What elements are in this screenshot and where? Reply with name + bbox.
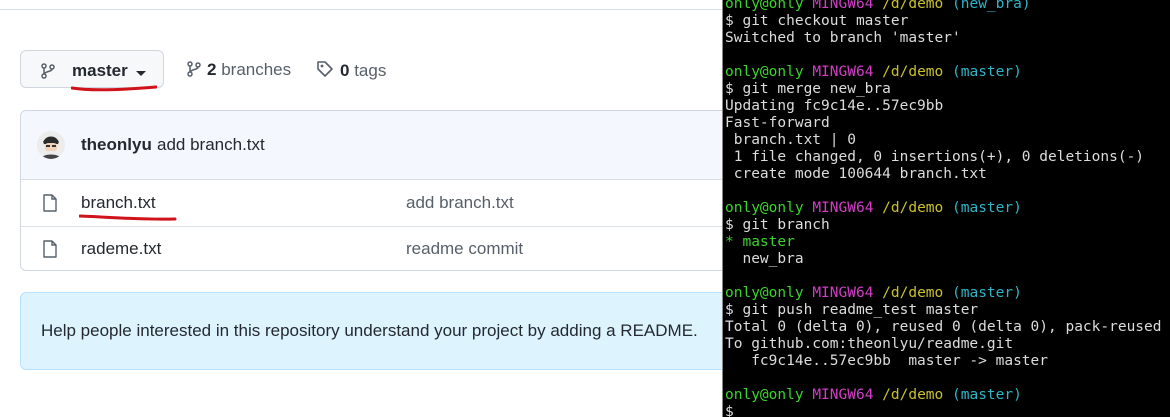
- prompt-path: /d/demo: [882, 285, 944, 301]
- commit-message[interactable]: add branch.txt: [157, 135, 265, 155]
- terminal-output-line: Fast-forward: [725, 115, 830, 131]
- file-icon: [43, 240, 57, 258]
- tag-icon: [317, 61, 333, 77]
- terminal-prompt-line: only@only MINGW64 /d/demo (master): [725, 200, 1022, 217]
- branches-count: 2: [207, 60, 217, 79]
- tags-count: 0: [340, 61, 350, 80]
- tags-label: tags: [354, 61, 387, 80]
- file-row[interactable]: branch.txt add branch.txt: [21, 180, 722, 227]
- prompt-system: MINGW64: [812, 387, 874, 403]
- prompt-user: only@only: [725, 387, 804, 403]
- terminal-prompt-line: only@only MINGW64 /d/demo (master): [725, 285, 1022, 302]
- terminal-command-line: $ git merge new_bra: [725, 81, 891, 97]
- terminal-output-line: To github.com:theonlyu/readme.git: [725, 336, 1014, 352]
- prompt-branch: (master): [952, 64, 1022, 80]
- commit-author[interactable]: theonlyu: [81, 135, 152, 155]
- terminal-command-line: $ git checkout master: [725, 13, 909, 29]
- caret-down-icon: [136, 71, 146, 76]
- github-repo-panel: master 2 branches 0 tags theonlyu add br…: [0, 0, 722, 417]
- prompt-system: MINGW64: [812, 200, 874, 216]
- terminal-output-line: Switched to branch 'master': [725, 30, 961, 46]
- terminal-output-line: fc9c14e..57ec9bb master -> master: [725, 353, 1049, 369]
- prompt-path: /d/demo: [882, 387, 944, 403]
- prompt-system: MINGW64: [812, 64, 874, 80]
- file-row[interactable]: rademe.txt readme commit: [21, 226, 722, 270]
- terminal-output-line: create mode 100644 branch.txt: [725, 166, 987, 182]
- file-listing: theonlyu add branch.txt branch.txt add b…: [20, 110, 722, 271]
- terminal-prompt-line: only@only MINGW64 /d/demo (new_bra): [725, 0, 1031, 13]
- git-branch-icon: [41, 63, 55, 79]
- prompt-branch: (new_bra): [952, 0, 1031, 12]
- tags-link[interactable]: 0 tags: [316, 60, 386, 81]
- prompt-path: /d/demo: [882, 64, 944, 80]
- prompt-user: only@only: [725, 285, 804, 301]
- readme-prompt-text: Help people interested in this repositor…: [41, 321, 698, 340]
- terminal-output-line: branch.txt | 0: [725, 132, 856, 148]
- annotation-underline: [79, 214, 177, 221]
- terminal-prompt-line: only@only MINGW64 /d/demo (master): [725, 387, 1022, 404]
- terminal-output-line: 1 file changed, 0 insertions(+), 0 delet…: [725, 149, 1145, 165]
- prompt-branch: (master): [952, 285, 1022, 301]
- terminal-command-line: $: [725, 404, 734, 417]
- prompt-branch: (master): [952, 387, 1022, 403]
- terminal-prompt-line: only@only MINGW64 /d/demo (master): [725, 64, 1022, 81]
- prompt-system: MINGW64: [812, 285, 874, 301]
- terminal-output-line: new_bra: [725, 251, 804, 267]
- terminal-output-line: Total 0 (delta 0), reused 0 (delta 0), p…: [725, 319, 1170, 335]
- terminal-current-branch-line: * master: [725, 234, 795, 250]
- file-icon: [43, 194, 57, 212]
- prompt-user: only@only: [725, 64, 804, 80]
- annotation-underline: [71, 85, 157, 92]
- file-commit-message[interactable]: add branch.txt: [406, 193, 514, 213]
- prompt-user: only@only: [725, 200, 804, 216]
- header-border: [0, 0, 722, 10]
- add-readme-banner: Help people interested in this repositor…: [20, 292, 722, 370]
- file-commit-message[interactable]: readme commit: [406, 239, 523, 259]
- current-branch-name: master: [72, 61, 128, 80]
- avatar[interactable]: [37, 131, 65, 159]
- prompt-system: MINGW64: [812, 0, 874, 12]
- prompt-branch: (master): [952, 200, 1022, 216]
- terminal-command-line: $ git push readme_test master: [725, 302, 979, 318]
- file-name[interactable]: branch.txt: [81, 193, 156, 213]
- avatar-image: [37, 131, 65, 159]
- file-name[interactable]: rademe.txt: [81, 239, 161, 259]
- prompt-user: only@only: [725, 0, 804, 12]
- terminal-window[interactable]: only@only MINGW64 /d/demo (new_bra) $ git…: [722, 0, 1170, 417]
- branches-link[interactable]: 2 branches: [187, 60, 291, 80]
- prompt-path: /d/demo: [882, 0, 944, 12]
- prompt-path: /d/demo: [882, 200, 944, 216]
- latest-commit-header: theonlyu add branch.txt: [21, 111, 722, 180]
- terminal-command-line: $ git branch: [725, 217, 830, 233]
- git-branch-icon: [187, 61, 201, 77]
- branch-select-button[interactable]: master: [20, 50, 164, 92]
- branches-label: branches: [221, 60, 292, 79]
- terminal-output-line: Updating fc9c14e..57ec9bb: [725, 98, 944, 114]
